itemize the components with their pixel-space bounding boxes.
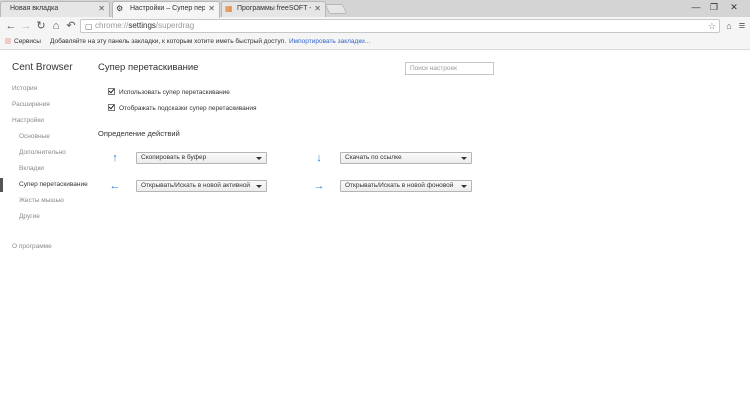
minimize-button[interactable]: — bbox=[688, 0, 704, 14]
import-bookmarks-link[interactable]: Импортировать закладки... bbox=[289, 35, 370, 49]
forward-button[interactable]: → bbox=[20, 19, 32, 33]
option-label: Отображать подсказки супер перетаскивани… bbox=[119, 105, 257, 112]
action-down-select[interactable]: Скачать по ссылке bbox=[340, 152, 472, 164]
select-value: Скачать по ссылке bbox=[345, 154, 402, 161]
checkbox[interactable] bbox=[108, 88, 115, 95]
address-bar[interactable]: ▢ chrome://settings/superdrag ☆ bbox=[80, 19, 720, 33]
new-tab-button[interactable] bbox=[324, 4, 348, 14]
bookmarks-bar: Сервисы Добавляйте на эту панель закладк… bbox=[0, 35, 750, 50]
arrow-up-icon: ↑ bbox=[112, 152, 118, 164]
sidebar-item-other[interactable]: Другие bbox=[19, 213, 40, 220]
sidebar-item-about[interactable]: О программе bbox=[12, 243, 52, 250]
sidebar-item-history[interactable]: История bbox=[12, 85, 37, 92]
undo-close-tab-button[interactable]: ↶ bbox=[65, 19, 77, 33]
chevron-down-icon bbox=[256, 185, 262, 188]
checkbox[interactable] bbox=[108, 104, 115, 111]
url-text[interactable]: chrome://settings/superdrag bbox=[95, 20, 194, 32]
sidebar-item-tabs[interactable]: Вкладки bbox=[19, 165, 44, 172]
arrow-down-icon: ↓ bbox=[316, 152, 322, 164]
tab-strip: Новая вкладка ✕ ⚙ Настройки – Супер пере… bbox=[0, 0, 750, 18]
select-value: Открывать/Искать в новой фоновой bbox=[345, 182, 454, 189]
tab-title: Программы freeSOFT - ... bbox=[237, 5, 311, 12]
option-label: Использовать супер перетаскивание bbox=[119, 89, 230, 96]
window-close-button[interactable]: ✕ bbox=[726, 0, 742, 14]
apps-grid-icon bbox=[5, 38, 11, 44]
tab-freesoft[interactable]: ▦ Программы freeSOFT - ... ✕ bbox=[221, 1, 326, 17]
option-enable-superdrag[interactable]: Использовать супер перетаскивание bbox=[108, 88, 230, 97]
page-title: Супер перетаскивание bbox=[98, 62, 199, 73]
search-input[interactable]: Поиск настроек bbox=[405, 62, 494, 75]
sidebar-item-basic[interactable]: Основные bbox=[19, 133, 50, 140]
tab-settings[interactable]: ⚙ Настройки – Супер перетаскивание ✕ bbox=[112, 1, 220, 18]
apps-shortcut[interactable]: Сервисы bbox=[5, 35, 41, 49]
chevron-down-icon bbox=[256, 157, 262, 160]
select-value: Открывать/Искать в новой активной bbox=[141, 182, 251, 189]
selected-indicator bbox=[0, 178, 3, 192]
sidebar-item-advanced[interactable]: Дополнительно bbox=[19, 149, 66, 156]
actions-heading: Определение действий bbox=[98, 129, 180, 138]
sidebar-item-extensions[interactable]: Расширения bbox=[12, 101, 50, 108]
bookmark-star-icon[interactable]: ☆ bbox=[708, 20, 716, 32]
bookmarks-hint: Добавляйте на эту панель закладки, к кот… bbox=[50, 38, 287, 45]
sidebar-item-mouse-gestures[interactable]: Жесты мышью bbox=[19, 197, 64, 204]
extension-icon[interactable]: ⌂ bbox=[723, 19, 735, 33]
back-button[interactable]: ← bbox=[5, 19, 17, 33]
action-left-select[interactable]: Открывать/Искать в новой активной bbox=[136, 180, 267, 192]
action-right-select[interactable]: Открывать/Искать в новой фоновой bbox=[340, 180, 472, 192]
reload-button[interactable]: ↻ bbox=[35, 19, 47, 33]
sidebar-item-superdrag[interactable]: Супер перетаскивание bbox=[19, 181, 88, 188]
close-icon[interactable]: ✕ bbox=[314, 2, 321, 16]
apps-label: Сервисы bbox=[14, 38, 41, 45]
page-icon: ▢ bbox=[85, 22, 93, 31]
brand-title: Cent Browser bbox=[12, 62, 73, 73]
home-button[interactable]: ⌂ bbox=[50, 19, 62, 33]
maximize-button[interactable]: ❐ bbox=[706, 0, 722, 14]
tab-new-tab[interactable]: Новая вкладка ✕ bbox=[0, 1, 110, 17]
chevron-down-icon bbox=[461, 157, 467, 160]
site-icon: ▦ bbox=[225, 4, 233, 13]
select-value: Скопировать в буфер bbox=[141, 154, 207, 161]
arrow-left-icon: ← bbox=[109, 180, 121, 192]
sidebar-item-settings[interactable]: Настройки bbox=[12, 117, 44, 124]
tab-title: Новая вкладка bbox=[10, 5, 59, 12]
close-icon[interactable]: ✕ bbox=[208, 2, 215, 16]
menu-icon[interactable]: ≡ bbox=[736, 19, 748, 33]
toolbar: ← → ↻ ⌂ ↶ ▢ chrome://settings/superdrag … bbox=[0, 17, 750, 35]
arrow-right-icon: → bbox=[313, 180, 325, 192]
tab-title: Настройки – Супер перетаскивание bbox=[130, 5, 205, 12]
close-icon[interactable]: ✕ bbox=[98, 2, 105, 16]
action-up-select[interactable]: Скопировать в буфер bbox=[136, 152, 267, 164]
gear-icon: ⚙ bbox=[116, 4, 124, 13]
option-show-hints[interactable]: Отображать подсказки супер перетаскивани… bbox=[108, 104, 257, 113]
chevron-down-icon bbox=[461, 185, 467, 188]
